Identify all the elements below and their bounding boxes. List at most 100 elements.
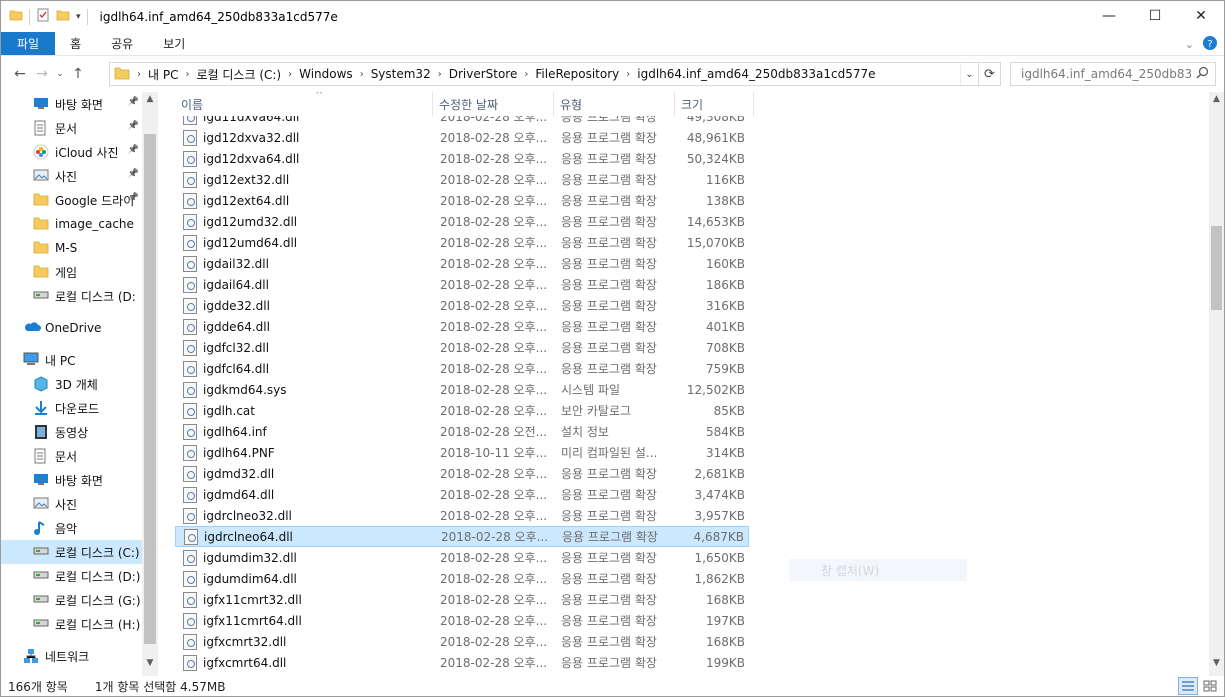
address-bar[interactable]: › 내 PC › 로컬 디스크 (C:) › Windows › System3… <box>109 62 1001 86</box>
sidebar-item[interactable]: iCloud 사진 📌 <box>1 140 142 164</box>
file-row[interactable]: igdde32.dll 2018-02-28 오후... 응용 프로그램 확장 316… <box>175 295 749 316</box>
sidebar-item[interactable]: 게임 <box>1 260 142 284</box>
details-view-button[interactable] <box>1178 677 1198 695</box>
column-header-size[interactable]: 크기 <box>675 92 754 116</box>
search-input[interactable]: igdlh64.inf_amd64_250db83... <box>1021 67 1191 81</box>
file-row[interactable]: igdfcl32.dll 2018-02-28 오후... 응용 프로그램 확장 70… <box>175 337 749 358</box>
file-row[interactable]: igdmd32.dll 2018-02-28 오후... 응용 프로그램 확장 2,6… <box>175 463 749 484</box>
sidebar-item[interactable]: 로컬 디스크 (D: <box>1 284 142 308</box>
file-row[interactable]: igd12dxva64.dll 2018-02-28 오후... 응용 프로그램 확… <box>175 148 749 169</box>
file-row[interactable]: igdail64.dll 2018-02-28 오후... 응용 프로그램 확장 18… <box>175 274 749 295</box>
file-row[interactable]: igfx11cmrt32.dll 2018-02-28 오후... 응용 프로그램 … <box>175 589 749 610</box>
sidebar-item[interactable]: 바탕 화면 <box>1 468 142 492</box>
properties-icon[interactable] <box>36 8 50 25</box>
file-row[interactable]: igdlh64.PNF 2018-10-11 오후... 미리 컴파일된 설... 3… <box>175 442 749 463</box>
column-header-name[interactable]: 이름 ^ <box>175 92 433 116</box>
file-row[interactable]: igdrclneo32.dll 2018-02-28 오후... 응용 프로그램 확… <box>175 505 749 526</box>
refresh-button[interactable]: ⟳ <box>978 63 1000 85</box>
forward-button[interactable]: → <box>31 63 53 85</box>
new-folder-icon[interactable] <box>56 8 70 25</box>
sidebar-item[interactable]: 로컬 디스크 (G:) <box>1 588 142 612</box>
sidebar-item[interactable]: 사진 <box>1 492 142 516</box>
file-row[interactable]: igdde64.dll 2018-02-28 오후... 응용 프로그램 확장 401… <box>175 316 749 337</box>
scroll-up-icon[interactable]: ▲ <box>1209 94 1224 110</box>
scroll-down-icon[interactable]: ▼ <box>1209 658 1224 674</box>
file-list-scrollbar[interactable]: ▲ ▼ <box>1209 92 1224 676</box>
chevron-right-icon: › <box>524 68 529 80</box>
drive-icon <box>33 568 49 584</box>
sidebar-item[interactable]: 문서 <box>1 444 142 468</box>
tab-share[interactable]: 공유 <box>96 32 148 55</box>
maximize-button[interactable]: ☐ <box>1132 1 1178 31</box>
sidebar-item[interactable]: 음악 <box>1 516 142 540</box>
breadcrumb-my-pc[interactable]: 내 PC <box>148 66 178 83</box>
sidebar-item[interactable]: 동영상 <box>1 420 142 444</box>
sidebar-item[interactable]: 로컬 디스크 (C:) <box>1 540 142 564</box>
minimize-button[interactable]: — <box>1086 1 1132 31</box>
search-box[interactable]: igdlh64.inf_amd64_250db83... <box>1010 62 1216 86</box>
large-icons-view-button[interactable] <box>1200 677 1220 695</box>
scroll-down-icon[interactable]: ▼ <box>142 658 158 674</box>
scroll-up-icon[interactable]: ▲ <box>142 94 158 110</box>
sidebar-item[interactable]: 사진 📌 <box>1 164 142 188</box>
tab-file[interactable]: 파일 <box>1 32 56 55</box>
file-row[interactable]: igdfcl64.dll 2018-02-28 오후... 응용 프로그램 확장 75… <box>175 358 749 379</box>
sidebar-item[interactable]: 다운로드 <box>1 396 142 420</box>
up-button[interactable]: ↑ <box>67 63 89 85</box>
back-button[interactable]: ← <box>9 63 31 85</box>
sidebar-item[interactable]: M-S <box>1 236 142 260</box>
tab-home[interactable]: 홈 <box>55 32 96 55</box>
navigation-pane-scrollbar[interactable]: ▲ ▼ <box>142 92 158 676</box>
file-row[interactable]: igfx11cmrt64.dll 2018-02-28 오후... 응용 프로그램 … <box>175 610 749 631</box>
file-name-cell: igfx11cmrt64.dll <box>183 612 302 629</box>
file-icon <box>183 234 197 251</box>
file-row[interactable]: igdlh.cat 2018-02-28 오후... 보안 카탈로그 85KB <box>175 400 749 421</box>
file-row[interactable]: igdrclneo64.dll 2018-02-28 오후... 응용 프로그램 확… <box>175 526 749 547</box>
sidebar-item[interactable]: Google 드라이 📌 <box>1 188 142 212</box>
scrollbar-thumb[interactable] <box>1211 226 1222 310</box>
file-type: 응용 프로그램 확장 <box>561 173 657 187</box>
file-row[interactable]: igdail32.dll 2018-02-28 오후... 응용 프로그램 확장 16… <box>175 253 749 274</box>
sidebar-item[interactable]: 로컬 디스크 (D:) <box>1 564 142 588</box>
sidebar-item[interactable]: 로컬 디스크 (H:) <box>1 612 142 636</box>
file-row[interactable]: igdumdim64.dll 2018-02-28 오후... 응용 프로그램 확장… <box>175 568 749 589</box>
sidebar-item-label: 로컬 디스크 (G:) <box>55 593 141 608</box>
recent-locations-button[interactable]: ⌄ <box>53 63 67 85</box>
breadcrumb-windows[interactable]: Windows <box>299 67 353 81</box>
sidebar-item[interactable]: 문서 📌 <box>1 116 142 140</box>
breadcrumb-driverstore[interactable]: DriverStore <box>449 67 518 81</box>
file-row[interactable]: igd12ext32.dll 2018-02-28 오후... 응용 프로그램 확장… <box>175 169 749 190</box>
column-header-date[interactable]: 수정한 날짜 <box>433 92 554 116</box>
file-row[interactable]: igfxcmrt32.dll 2018-02-28 오후... 응용 프로그램 확장… <box>175 631 749 652</box>
customize-dropdown-icon[interactable]: ▾ <box>76 12 81 22</box>
file-row[interactable]: igdmd64.dll 2018-02-28 오후... 응용 프로그램 확장 3,4… <box>175 484 749 505</box>
close-button[interactable]: ✕ <box>1178 1 1224 31</box>
search-icon[interactable] <box>1191 66 1215 82</box>
sidebar-item[interactable]: 3D 개체 <box>1 372 142 396</box>
file-row[interactable]: igdkmd64.sys 2018-02-28 오후... 시스템 파일 12,502… <box>175 379 749 400</box>
pc-icon <box>23 352 39 368</box>
file-row[interactable]: igdumdim32.dll 2018-02-28 오후... 응용 프로그램 확장… <box>175 547 749 568</box>
sidebar-item[interactable]: image_cache <box>1 212 142 236</box>
ribbon-expand-icon[interactable]: ⌄ <box>1185 38 1194 51</box>
file-row[interactable]: igdlh64.inf 2018-02-28 오전... 설치 정보 584KB <box>175 421 749 442</box>
column-header-type[interactable]: 유형 <box>554 92 675 116</box>
breadcrumb-current-folder[interactable]: igdlh64.inf_amd64_250db833a1cd577e <box>637 67 875 81</box>
scrollbar-thumb[interactable] <box>144 134 156 644</box>
file-row[interactable]: igd12dxva32.dll 2018-02-28 오후... 응용 프로그램 확… <box>175 127 749 148</box>
breadcrumb-filerepository[interactable]: FileRepository <box>535 67 619 81</box>
sidebar-item[interactable]: OneDrive <box>1 316 142 340</box>
sidebar-item[interactable]: 네트워크 <box>1 644 142 668</box>
sidebar-item[interactable]: 바탕 화면 📌 <box>1 92 142 116</box>
breadcrumb-system32[interactable]: System32 <box>371 67 431 81</box>
address-dropdown-icon[interactable]: ⌄ <box>960 63 978 85</box>
file-row[interactable]: igd12umd64.dll 2018-02-28 오후... 응용 프로그램 확장… <box>175 232 749 253</box>
file-row[interactable]: igfxcmrt64.dll 2018-02-28 오후... 응용 프로그램 확장… <box>175 652 749 673</box>
help-icon[interactable]: ? <box>1202 35 1218 54</box>
tab-view[interactable]: 보기 <box>148 32 200 55</box>
breadcrumb-local-disk-c[interactable]: 로컬 디스크 (C:) <box>196 66 281 83</box>
file-row[interactable]: igd12umd32.dll 2018-02-28 오후... 응용 프로그램 확장… <box>175 211 749 232</box>
folder-icon <box>33 264 49 280</box>
sidebar-item[interactable]: 내 PC <box>1 348 142 372</box>
file-row[interactable]: igd12ext64.dll 2018-02-28 오후... 응용 프로그램 확장… <box>175 190 749 211</box>
